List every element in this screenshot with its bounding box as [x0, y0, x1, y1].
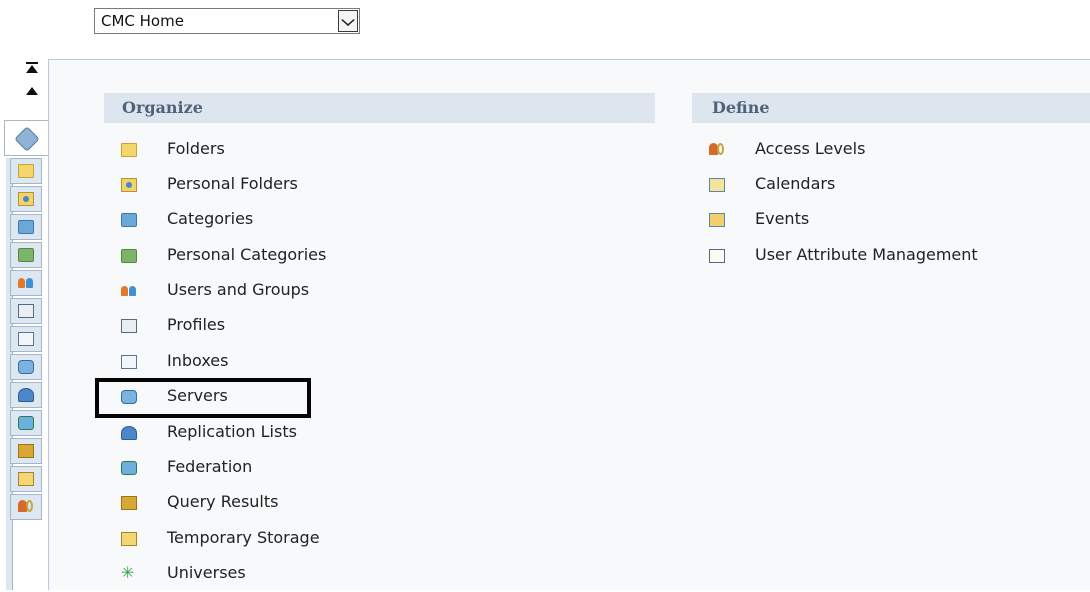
item-label[interactable]: Events [755, 209, 809, 228]
tab-personal-categories[interactable] [10, 242, 42, 268]
cmc-home-select[interactable]: CMC Home [94, 8, 360, 34]
item-label[interactable]: Users and Groups [167, 280, 309, 299]
item-label[interactable]: Query Results [167, 492, 278, 511]
item-label[interactable]: Access Levels [755, 139, 865, 158]
item-label[interactable]: Calendars [755, 174, 835, 193]
inbox-icon [121, 355, 137, 369]
access-levels-tab-icon [18, 500, 34, 514]
item-label[interactable]: Federation [167, 457, 252, 476]
tab-profiles[interactable] [10, 298, 42, 324]
item-label[interactable]: Personal Folders [167, 174, 298, 193]
item-label[interactable]: Profiles [167, 315, 225, 334]
tab-categories[interactable] [10, 214, 42, 240]
scroll-first-icon[interactable] [22, 62, 42, 76]
query-tab-icon [18, 444, 34, 458]
user-attribute-icon [709, 249, 725, 263]
temporary-storage-tab-icon [18, 472, 34, 486]
temporary-storage-icon [121, 532, 137, 546]
personal-categories-icon [121, 249, 137, 263]
users-tab-icon [18, 276, 34, 290]
profiles-icon [121, 319, 137, 333]
folder-tab-icon [18, 164, 34, 178]
inbox-tab-icon [18, 332, 34, 346]
item-label[interactable]: Universes [167, 563, 246, 582]
calendar-icon [709, 178, 725, 192]
item-label[interactable]: Replication Lists [167, 422, 297, 441]
profiles-tab-icon [18, 304, 34, 318]
tab-servers[interactable] [10, 354, 42, 380]
tab-personal-folders[interactable] [10, 186, 42, 212]
item-label[interactable]: Inboxes [167, 351, 228, 370]
personal-folder-tab-icon [18, 192, 34, 206]
tab-inboxes[interactable] [10, 326, 42, 352]
servers-highlight-box [95, 378, 311, 418]
tab-users[interactable] [10, 270, 42, 296]
tab-replication[interactable] [10, 382, 42, 408]
tab-query-results[interactable] [10, 438, 42, 464]
tab-strip [6, 158, 50, 590]
home-tab-icon [14, 126, 40, 152]
select-value: CMC Home [101, 12, 184, 30]
federation-icon [121, 461, 137, 475]
tab-folders[interactable] [10, 158, 42, 184]
personal-categories-tab-icon [18, 248, 34, 262]
categories-tab-icon [18, 220, 34, 234]
universes-icon [121, 563, 137, 582]
item-label[interactable]: Temporary Storage [167, 528, 320, 547]
events-icon [709, 213, 725, 227]
folder-icon [121, 143, 137, 157]
home-tab[interactable] [4, 120, 48, 156]
users-groups-icon [121, 284, 137, 298]
define-header: Define [692, 93, 1090, 123]
tab-temporary-storage[interactable] [10, 466, 42, 492]
item-label[interactable]: Personal Categories [167, 245, 326, 264]
scroll-up-icon[interactable] [22, 86, 42, 100]
tab-federation[interactable] [10, 410, 42, 436]
tab-access-levels[interactable] [10, 494, 42, 520]
item-label[interactable]: Categories [167, 209, 253, 228]
categories-icon [121, 213, 137, 227]
replication-icon [121, 426, 137, 440]
item-label[interactable]: Folders [167, 139, 225, 158]
chevron-down-icon[interactable] [338, 10, 358, 32]
left-toolbar [0, 0, 48, 590]
query-results-icon [121, 496, 137, 510]
item-label[interactable]: User Attribute Management [755, 245, 978, 264]
servers-tab-icon [18, 360, 34, 374]
federation-tab-icon [18, 416, 34, 430]
access-levels-icon [709, 143, 725, 157]
organize-header: Organize [104, 93, 655, 123]
replication-tab-icon [18, 388, 34, 402]
personal-folder-icon [121, 178, 137, 192]
